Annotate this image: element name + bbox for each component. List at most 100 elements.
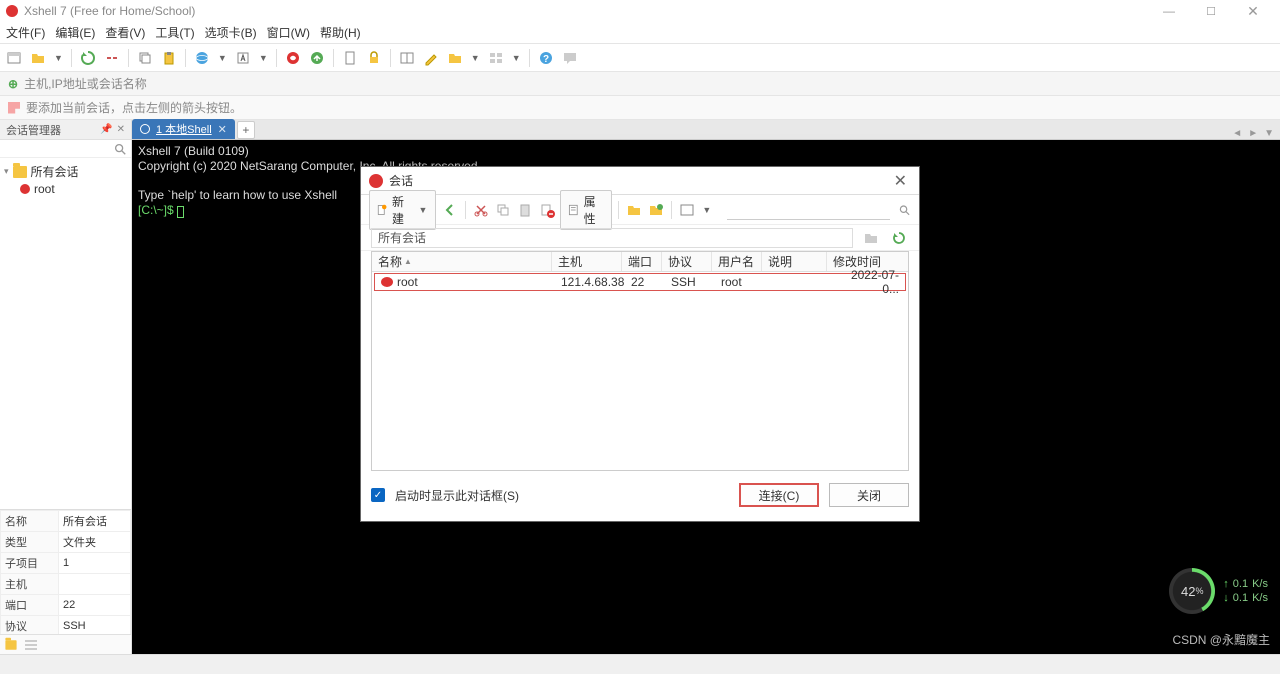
footer-list-icon[interactable]	[24, 638, 38, 652]
row-name: root	[397, 275, 418, 289]
session-row-root[interactable]: root 121.4.68.38 22 SSH root 2022-07-0..…	[374, 273, 906, 291]
dialog-app-icon	[369, 174, 383, 188]
dialog-path-text[interactable]: 所有会话	[371, 228, 853, 248]
tree-session-label: root	[34, 182, 55, 196]
prop-value: 所有会话	[59, 511, 131, 532]
menu-edit[interactable]: 编辑(E)	[55, 24, 95, 41]
tile-icon[interactable]	[486, 48, 506, 68]
window-close-button[interactable]: ✕	[1232, 3, 1274, 20]
folder-tool-dropdown-icon[interactable]: ▼	[469, 53, 482, 63]
show-on-startup-checkbox[interactable]: ✓	[371, 488, 385, 502]
menu-window[interactable]: 窗口(W)	[267, 24, 310, 41]
tab-status-icon	[140, 124, 150, 134]
window-titlebar: Xshell 7 (Free for Home/School) — ☐ ✕	[0, 0, 1280, 22]
prop-value: 1	[59, 553, 131, 574]
delete-icon[interactable]	[538, 200, 556, 220]
prop-value	[59, 574, 131, 595]
row-session-icon	[381, 277, 393, 287]
hint-flag-icon	[8, 102, 20, 114]
row-protocol: SSH	[665, 275, 715, 289]
new-button[interactable]: 新建 ▼	[369, 190, 436, 230]
new-session-icon[interactable]	[4, 48, 24, 68]
menu-file[interactable]: 文件(F)	[6, 24, 45, 41]
dlg-copy-icon[interactable]	[494, 200, 512, 220]
dialog-toolbar: 新建 ▼ 属性 ▼	[361, 195, 919, 225]
col-port[interactable]: 端口	[622, 252, 662, 271]
dialog-close-icon[interactable]: ✕	[890, 171, 911, 191]
maximize-button[interactable]: ☐	[1190, 5, 1232, 18]
address-bar: ⊕ 主机,IP地址或会话名称	[0, 72, 1280, 96]
new-file-icon[interactable]	[340, 48, 360, 68]
col-name[interactable]: 名称▲	[372, 252, 552, 271]
term-line1: Xshell 7 (Build 0109)	[138, 144, 249, 158]
session-manager-pane: 会话管理器 📌 ✕ ▾ 所有会话 root 名称所有会话类型文件夹子项目1主	[0, 120, 132, 654]
session-tree: ▾ 所有会话 root	[0, 158, 131, 509]
dlg-newfolder-icon[interactable]	[647, 200, 665, 220]
address-plus-icon[interactable]: ⊕	[8, 77, 18, 91]
minimize-button[interactable]: —	[1148, 4, 1190, 18]
session-search-icon[interactable]	[113, 142, 127, 156]
view-mode-icon[interactable]	[678, 200, 696, 220]
properties-button[interactable]: 属性	[560, 190, 612, 230]
disconnect-icon[interactable]	[102, 48, 122, 68]
xftp-icon[interactable]	[307, 48, 327, 68]
layout1-icon[interactable]	[397, 48, 417, 68]
tool-a-dropdown-icon[interactable]: ▼	[257, 53, 270, 63]
tree-session-item[interactable]: root	[4, 181, 127, 197]
lock-icon[interactable]	[364, 48, 384, 68]
view-mode-dropdown-icon[interactable]: ▼	[700, 205, 713, 215]
session-icon	[20, 184, 30, 194]
dlg-folder-icon[interactable]	[625, 200, 643, 220]
highlight-icon[interactable]	[421, 48, 441, 68]
menu-tabs[interactable]: 选项卡(B)	[205, 24, 257, 41]
address-input[interactable]: 主机,IP地址或会话名称	[24, 75, 147, 92]
open-dropdown-icon[interactable]: ▼	[52, 53, 65, 63]
reconnect-icon[interactable]	[78, 48, 98, 68]
dialog-search-icon[interactable]	[898, 203, 911, 217]
prop-key: 主机	[1, 574, 59, 595]
col-user[interactable]: 用户名	[712, 252, 762, 271]
dlg-paste-icon[interactable]	[516, 200, 534, 220]
chat-icon[interactable]	[560, 48, 580, 68]
pane-close-icon[interactable]: ✕	[117, 124, 125, 135]
folder-tool-icon[interactable]	[445, 48, 465, 68]
pin-icon[interactable]: 📌	[100, 124, 112, 135]
menu-tools[interactable]: 工具(T)	[155, 24, 194, 41]
tab-prev-icon[interactable]: ◄	[1232, 128, 1242, 139]
menu-help[interactable]: 帮助(H)	[320, 24, 361, 41]
dlg-back-icon[interactable]	[440, 200, 458, 220]
prop-key: 端口	[1, 595, 59, 616]
tab-menu-icon[interactable]: ▼	[1264, 128, 1274, 139]
menu-view[interactable]: 查看(V)	[105, 24, 145, 41]
new-dropdown-icon[interactable]: ▼	[417, 205, 430, 215]
tab-next-icon[interactable]: ►	[1248, 128, 1258, 139]
prop-value: 文件夹	[59, 532, 131, 553]
refresh-icon[interactable]	[889, 228, 909, 248]
help-icon[interactable]: ?	[536, 48, 556, 68]
tile-dropdown-icon[interactable]: ▼	[510, 53, 523, 63]
footer-folder-icon[interactable]	[5, 640, 16, 650]
xagent-icon[interactable]	[283, 48, 303, 68]
tab-close-icon[interactable]: ✕	[218, 123, 227, 136]
dialog-search-input[interactable]	[727, 200, 890, 220]
col-host[interactable]: 主机	[552, 252, 622, 271]
add-tab-button[interactable]: +	[237, 121, 255, 139]
path-folder-icon[interactable]	[861, 228, 881, 248]
properties-button-label: 属性	[584, 193, 606, 227]
tree-root-item[interactable]: ▾ 所有会话	[4, 162, 127, 181]
network-overlay: 42% ↑0.1K/s ↓0.1K/s	[1169, 568, 1268, 614]
tab-local-shell[interactable]: 1 本地Shell ✕	[132, 119, 235, 139]
status-bar	[0, 654, 1280, 674]
cut-icon[interactable]	[472, 200, 490, 220]
paste-icon[interactable]	[159, 48, 179, 68]
col-protocol[interactable]: 协议	[662, 252, 712, 271]
prop-key: 名称	[1, 511, 59, 532]
open-icon[interactable]	[28, 48, 48, 68]
globe-dropdown-icon[interactable]: ▼	[216, 53, 229, 63]
close-button[interactable]: 关闭	[829, 483, 909, 507]
connect-button[interactable]: 连接(C)	[739, 483, 819, 507]
tool-a-icon[interactable]	[233, 48, 253, 68]
copy-icon[interactable]	[135, 48, 155, 68]
col-desc[interactable]: 说明	[762, 252, 827, 271]
search-globe-icon[interactable]	[192, 48, 212, 68]
